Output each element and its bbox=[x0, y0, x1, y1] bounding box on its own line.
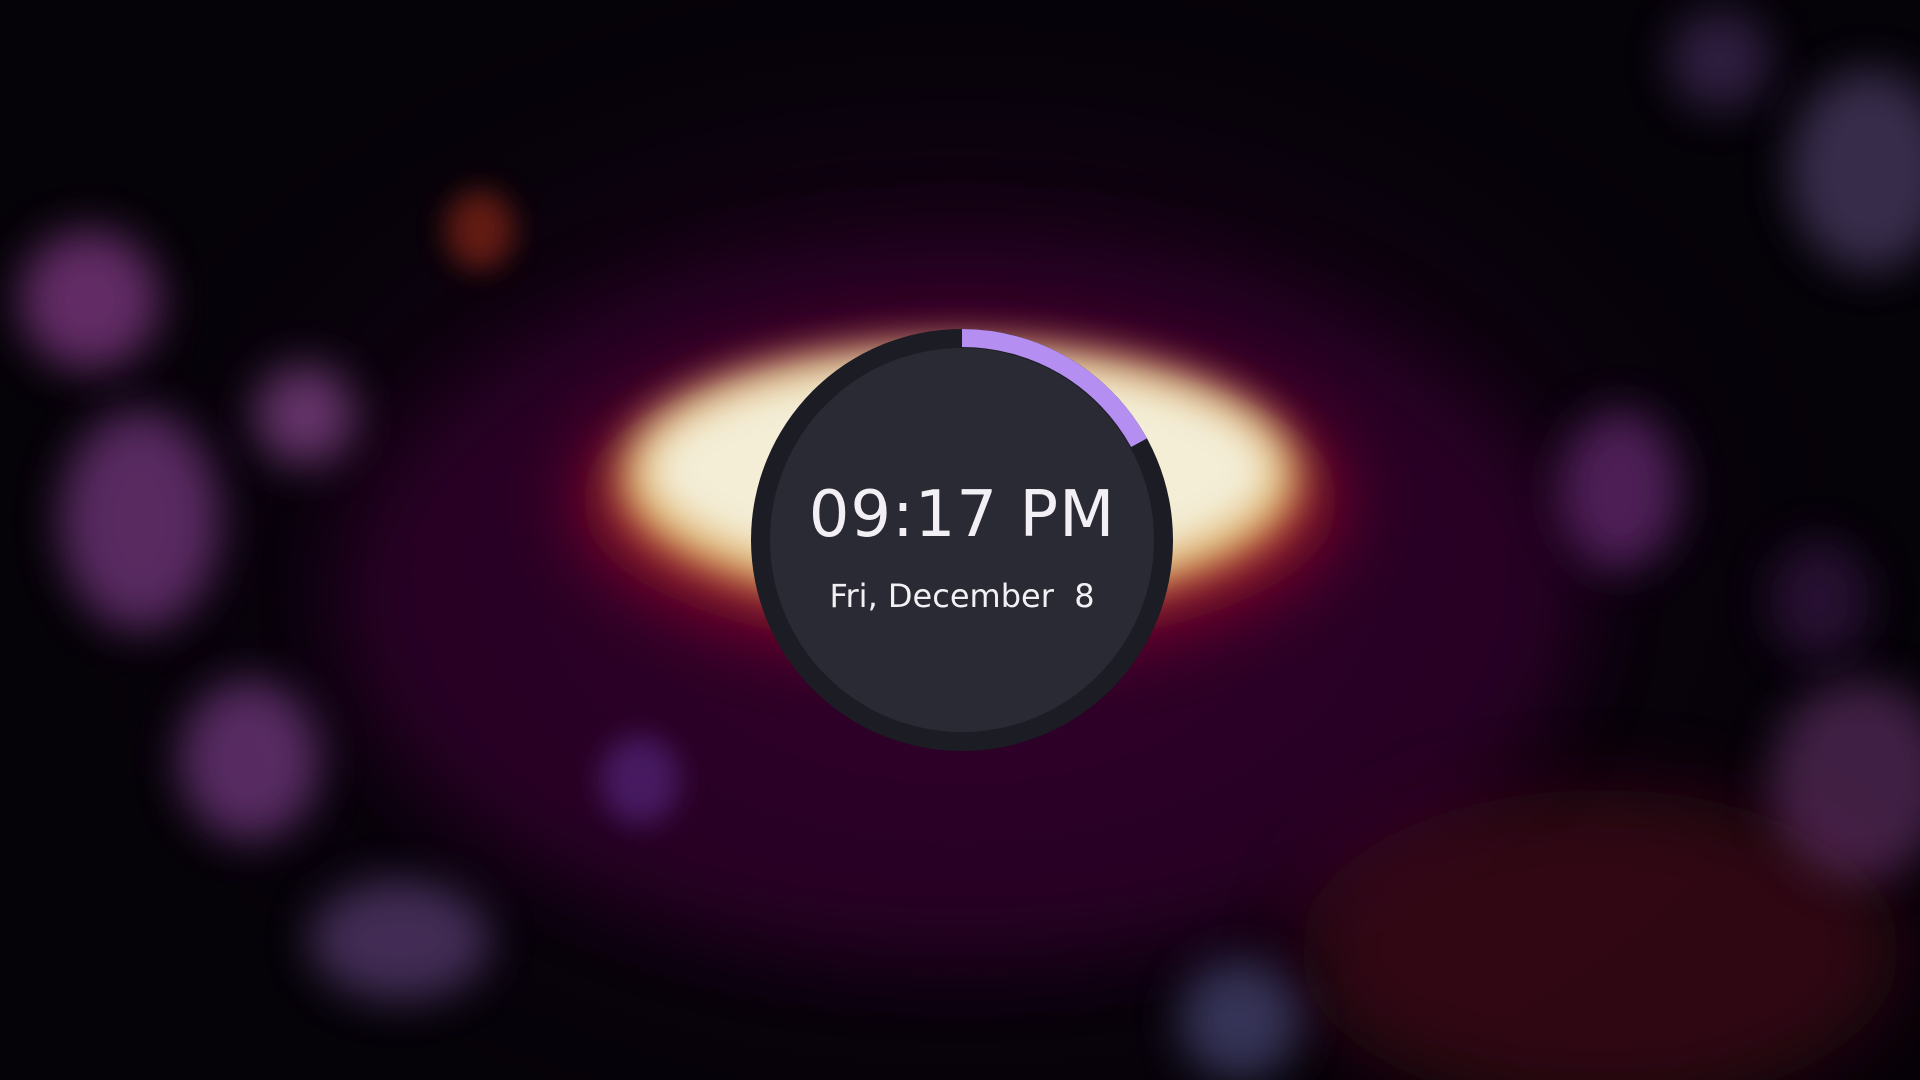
clock-time: 09:17 PM bbox=[808, 478, 1116, 552]
clock-date: Fri, December 8 bbox=[829, 577, 1095, 615]
clock-widget: 09:17 PM Fri, December 8 bbox=[750, 328, 1174, 752]
lock-screen: 09:17 PM Fri, December 8 bbox=[0, 0, 1920, 1080]
